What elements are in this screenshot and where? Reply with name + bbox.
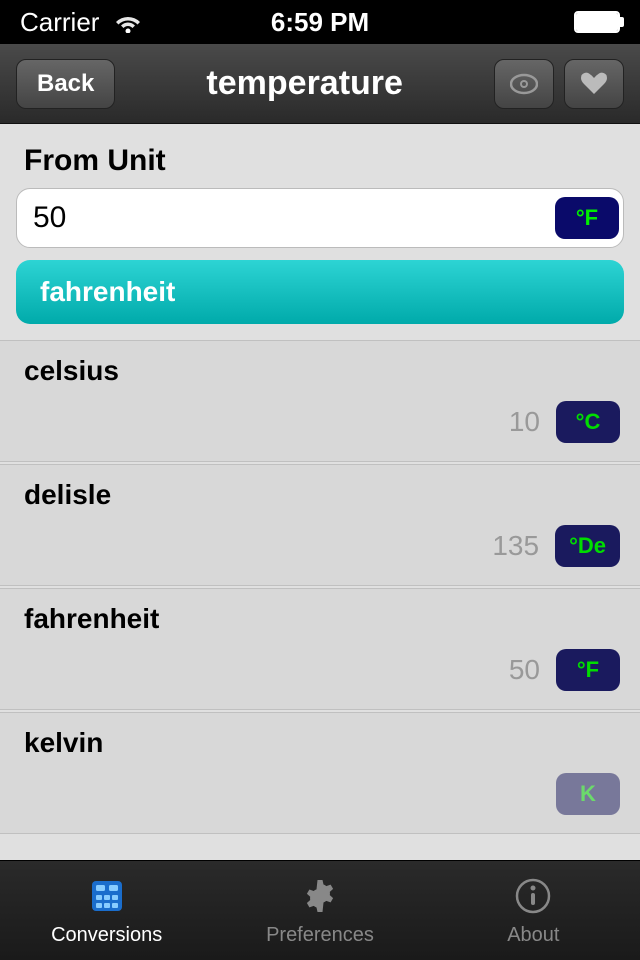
calculator-icon (85, 874, 129, 918)
conversion-fahrenheit: fahrenheit 50 °F (0, 588, 640, 710)
kelvin-label: kelvin (0, 713, 640, 763)
nav-title: temperature (115, 64, 494, 103)
back-button[interactable]: Back (16, 59, 115, 109)
tab-bar: Conversions Preferences About (0, 860, 640, 960)
wifi-icon (113, 11, 143, 33)
eye-button[interactable] (494, 59, 554, 109)
delisle-label: delisle (0, 465, 640, 515)
tab-about[interactable]: About (427, 861, 640, 960)
delisle-value: 135 (492, 530, 539, 562)
eye-icon (510, 73, 538, 95)
carrier-label: Carrier (20, 7, 99, 38)
from-unit-label: From Unit (0, 124, 640, 188)
input-row: °F (16, 188, 624, 248)
value-input[interactable] (17, 201, 551, 235)
celsius-label: celsius (0, 341, 640, 391)
fahrenheit-label: fahrenheit (0, 589, 640, 639)
delisle-badge: °De (555, 525, 620, 567)
conversion-delisle: delisle 135 °De (0, 464, 640, 586)
info-icon (511, 874, 555, 918)
about-tab-label: About (507, 924, 559, 947)
from-unit-badge: °F (555, 197, 619, 239)
nav-bar: Back temperature (0, 44, 640, 124)
preferences-tab-label: Preferences (266, 924, 374, 947)
status-time: 6:59 PM (271, 7, 369, 38)
fahrenheit-value: 50 (509, 654, 540, 686)
selected-unit-label: fahrenheit (40, 276, 175, 308)
kelvin-badge: K (556, 773, 620, 815)
tab-conversions[interactable]: Conversions (0, 861, 213, 960)
conversion-celsius: celsius 10 °C (0, 340, 640, 462)
main-content: From Unit °F fahrenheit celsius 10 °C de… (0, 124, 640, 860)
status-bar: Carrier 6:59 PM (0, 0, 640, 44)
conversion-kelvin: kelvin K (0, 712, 640, 834)
selected-unit-row[interactable]: fahrenheit (16, 260, 624, 324)
battery-indicator (574, 11, 620, 33)
gear-icon (298, 874, 342, 918)
conversions-tab-label: Conversions (51, 924, 162, 947)
celsius-value: 10 (509, 406, 540, 438)
heart-icon (581, 72, 607, 96)
favorite-button[interactable] (564, 59, 624, 109)
tab-preferences[interactable]: Preferences (213, 861, 426, 960)
celsius-badge: °C (556, 401, 620, 443)
fahrenheit-badge: °F (556, 649, 620, 691)
